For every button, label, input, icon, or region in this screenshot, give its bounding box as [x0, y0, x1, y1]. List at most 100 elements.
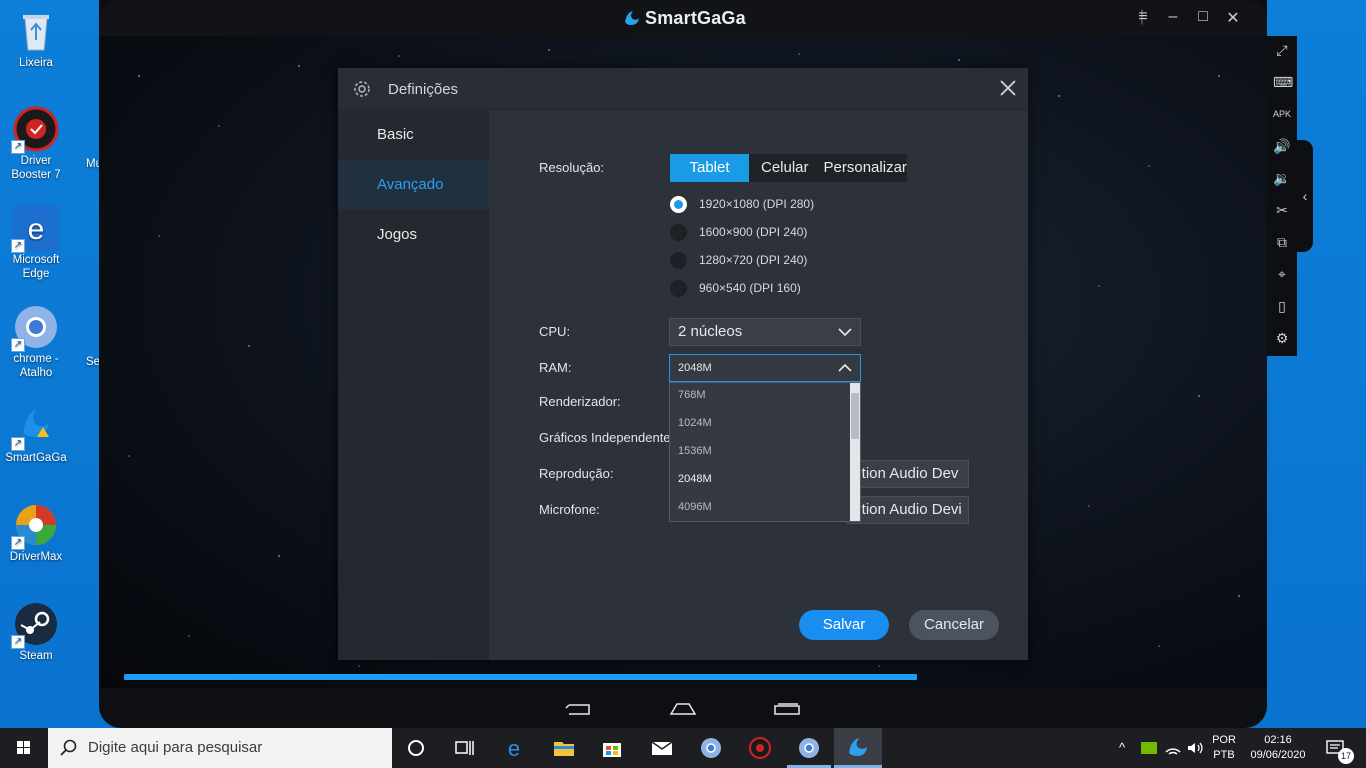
loading-progress-bar	[124, 674, 917, 680]
ram-option[interactable]: 4096M	[678, 501, 712, 513]
tab-basic[interactable]: Basic	[338, 110, 489, 160]
ram-label: RAM:	[539, 360, 572, 375]
desktop-icon-label: Microsoft Edge	[12, 254, 60, 280]
dropdown-scrollbar[interactable]	[850, 383, 860, 521]
notification-count-badge: 17	[1338, 748, 1354, 764]
save-button[interactable]: Salvar	[799, 610, 889, 640]
emulator-sidebar: ⤢ ⌨ APK 🔊 🔉 ✂ ⧉ ⌖ ▯ ⚙	[1267, 36, 1297, 356]
tab-advanced[interactable]: Avançado	[338, 160, 489, 210]
desktop-icon-label: Driver Booster 7	[11, 155, 61, 181]
gear-icon	[354, 81, 370, 97]
settings-dialog: Definições Basic Avançado Jogos Resoluçã…	[338, 68, 1028, 660]
desktop-icon-steam[interactable]: ↗ Steam	[0, 601, 72, 663]
screenshot-icon[interactable]: ✂	[1273, 201, 1291, 219]
clock-time: 02:16	[1264, 734, 1292, 746]
desktop-icon-chrome[interactable]: ↗ chrome - Atalho	[0, 304, 72, 380]
volume-up-icon[interactable]: 🔊	[1273, 137, 1291, 155]
network-icon[interactable]	[1164, 740, 1182, 756]
maximize-icon[interactable]: □	[1192, 8, 1214, 26]
chrome-taskbar-icon-2[interactable]	[797, 736, 821, 760]
desktop-icon-driver-booster[interactable]: ↗ Driver Booster 7	[0, 106, 72, 182]
dialog-header: Definições	[338, 68, 1028, 110]
chevron-up-icon	[838, 363, 852, 372]
location-icon[interactable]: ⌖	[1273, 265, 1291, 283]
show-hidden-icons-chevron-up-icon[interactable]: ^	[1112, 728, 1132, 768]
home-icon[interactable]	[669, 702, 697, 716]
minimize-icon[interactable]: –	[1162, 8, 1184, 26]
multi-instance-icon[interactable]: ⧉	[1273, 233, 1291, 251]
ram-value: 2048M	[678, 362, 712, 374]
shake-icon[interactable]: ▯	[1273, 297, 1291, 315]
cancel-button[interactable]: Cancelar	[909, 610, 999, 640]
ram-option[interactable]: 768M	[678, 389, 706, 401]
microphone-device-select[interactable]: nition Audio Devi	[847, 496, 969, 524]
resolution-option[interactable]: 1600×900 (DPI 240)	[670, 222, 807, 242]
desktop-icon-edge[interactable]: e ↗ Microsoft Edge	[0, 205, 72, 281]
ram-option[interactable]: 1024M	[678, 417, 712, 429]
resolution-option[interactable]: 960×540 (DPI 160)	[670, 278, 801, 298]
mode-phone-button[interactable]: Celular	[749, 154, 821, 182]
microphone-device-value: nition Audio Devi	[850, 501, 962, 518]
scrollbar-thumb[interactable]	[851, 393, 859, 439]
ram-option[interactable]: 1536M	[678, 445, 712, 457]
menu-icon[interactable]: ≡	[1132, 8, 1154, 26]
resolution-label: Resolução:	[539, 160, 605, 175]
edge-taskbar-icon[interactable]: e	[502, 736, 526, 760]
desktop-icon-drivermax[interactable]: ↗ DriverMax	[0, 502, 72, 564]
keyboard-icon[interactable]: ⌨	[1273, 73, 1293, 91]
radio[interactable]	[670, 279, 687, 297]
keyboard-layout: PTB	[1213, 749, 1235, 761]
desktop-icon-recycle-bin[interactable]: Lixeira	[0, 8, 72, 70]
radio-selected[interactable]	[670, 195, 687, 213]
ram-option-selected[interactable]: 2048M	[678, 473, 712, 485]
resolution-option-label: 1920×1080 (DPI 280)	[699, 197, 815, 211]
microphone-label: Microfone:	[539, 502, 600, 517]
playback-device-select[interactable]: nition Audio Dev	[847, 460, 969, 488]
desktop-icon-label: DriverMax	[9, 551, 63, 563]
mode-tablet-button[interactable]: Tablet	[670, 154, 749, 182]
smartgaga-taskbar-icon	[849, 738, 867, 756]
notifications-button[interactable]: 17	[1318, 728, 1358, 768]
settings-tabs: Basic Avançado Jogos	[338, 110, 489, 660]
task-view-icon[interactable]	[452, 736, 476, 760]
close-icon[interactable]	[998, 78, 1018, 98]
tab-games[interactable]: Jogos	[338, 210, 489, 260]
radio[interactable]	[670, 223, 687, 241]
clock[interactable]: 02:16 09/06/2020	[1244, 728, 1312, 768]
language-indicator[interactable]: POR PTB	[1208, 728, 1240, 768]
ram-dropdown-list: 768M 1024M 1536M 2048M 4096M	[669, 382, 861, 522]
driver-booster-icon: ↗	[11, 106, 59, 154]
driver-booster-taskbar-icon[interactable]	[748, 736, 772, 760]
collapse-sidebar-icon[interactable]: ‹	[1297, 140, 1313, 252]
chrome-taskbar-icon[interactable]	[699, 736, 723, 760]
advanced-settings-panel: Resolução: Tablet Celular Personalizar 1…	[489, 110, 1028, 660]
taskbar-search-box[interactable]: Digite aqui para pesquisar	[48, 728, 392, 768]
fullscreen-icon[interactable]: ⤢	[1273, 41, 1291, 59]
desktop-icon-label: chrome - Atalho	[13, 353, 59, 379]
resolution-option[interactable]: 1280×720 (DPI 240)	[670, 250, 807, 270]
desktop-icon-label: Lixeira	[19, 57, 53, 69]
apk-install-icon[interactable]: APK	[1273, 105, 1291, 123]
store-icon[interactable]	[600, 736, 624, 760]
resolution-option[interactable]: 1920×1080 (DPI 280)	[670, 194, 814, 214]
back-icon[interactable]	[565, 702, 593, 716]
mail-icon[interactable]	[650, 736, 674, 760]
close-window-icon[interactable]: ✕	[1222, 8, 1244, 28]
file-explorer-icon[interactable]	[552, 736, 576, 760]
windows-start-icon[interactable]	[0, 728, 48, 768]
recent-apps-icon[interactable]	[773, 702, 801, 716]
ram-select[interactable]: 2048M	[669, 354, 861, 382]
volume-icon[interactable]	[1186, 740, 1204, 756]
cpu-select[interactable]: 2 núcleos	[669, 318, 861, 346]
language-code: POR	[1212, 734, 1236, 746]
search-placeholder: Digite aqui para pesquisar	[88, 739, 263, 756]
cortana-icon[interactable]	[404, 736, 428, 760]
smartgaga-taskbar-button[interactable]	[834, 728, 882, 768]
nvidia-icon[interactable]	[1140, 740, 1158, 756]
volume-down-icon[interactable]: 🔉	[1273, 169, 1291, 187]
settings-icon[interactable]: ⚙	[1273, 329, 1291, 347]
desktop-icon-smartgaga[interactable]: ↗ SmartGaGa	[0, 403, 72, 465]
resolution-option-label: 1280×720 (DPI 240)	[699, 253, 808, 267]
radio[interactable]	[670, 251, 687, 269]
mode-custom-button[interactable]: Personalizar	[821, 154, 907, 182]
